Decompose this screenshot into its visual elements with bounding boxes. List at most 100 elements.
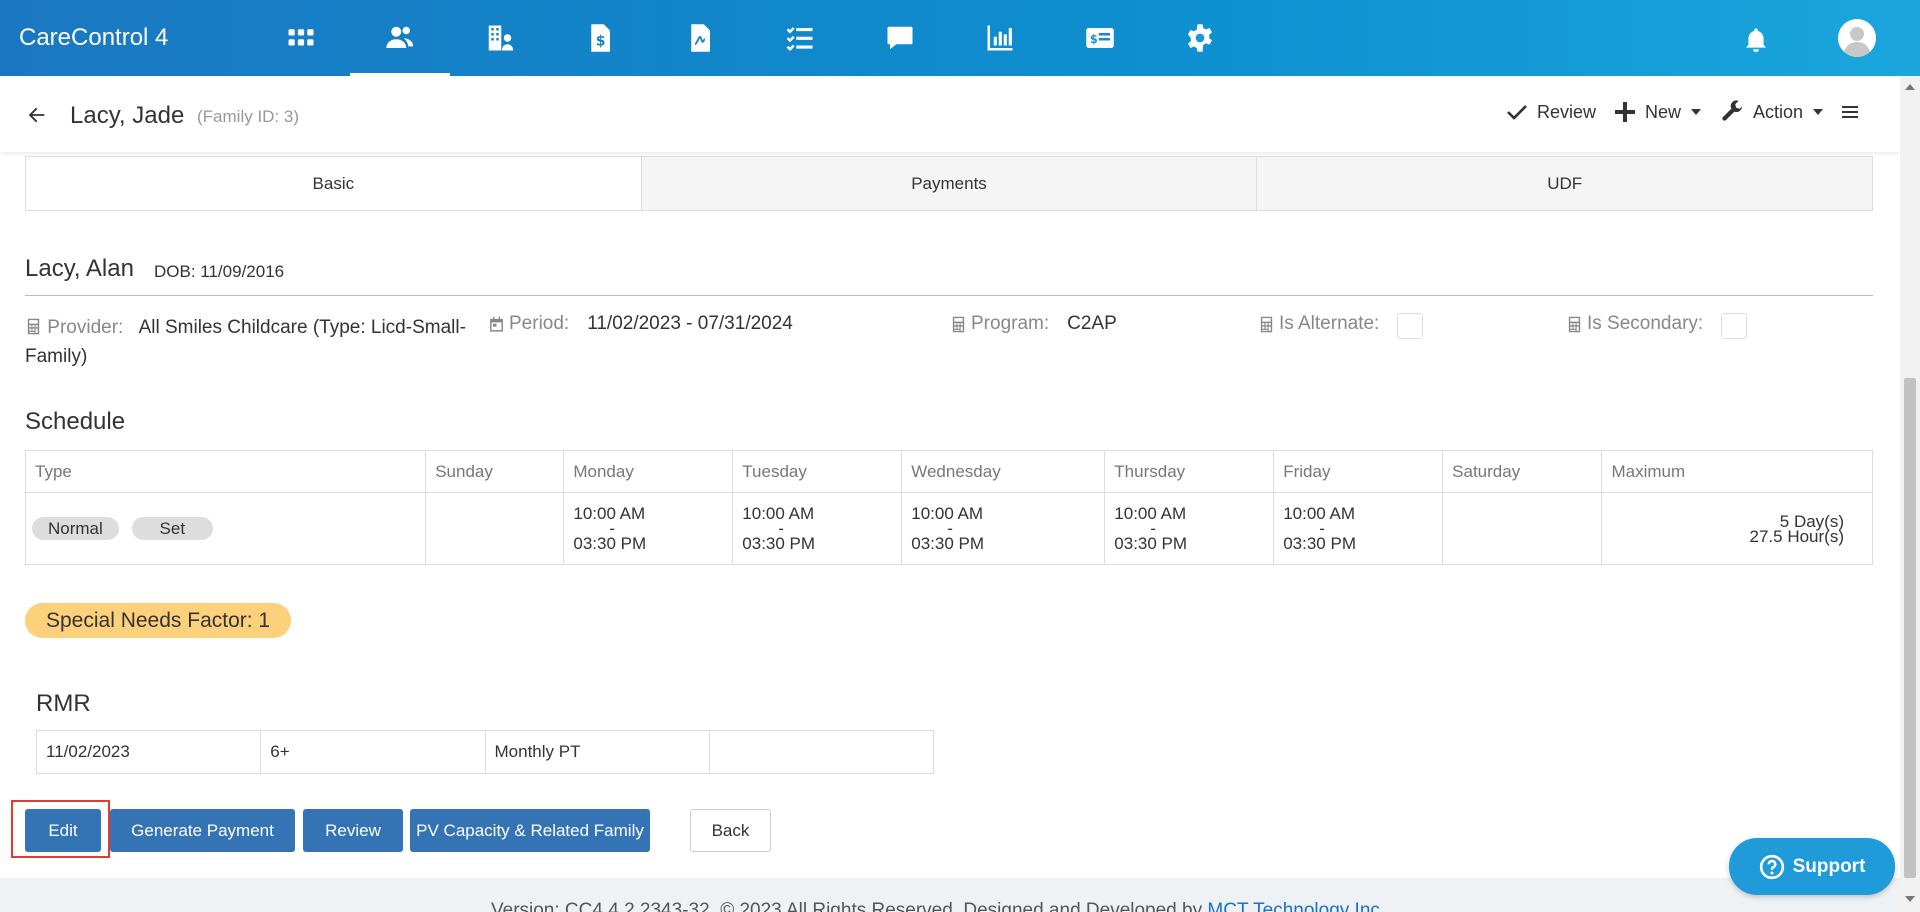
vertical-scrollbar[interactable] — [1900, 76, 1920, 912]
is-secondary-checkbox[interactable] — [1721, 313, 1748, 339]
end-time: 03:30 PM — [911, 534, 984, 553]
svg-text:$: $ — [596, 34, 606, 50]
scroll-down-icon[interactable] — [1905, 896, 1915, 902]
column-header: Tuesday — [732, 450, 903, 493]
review-header-button[interactable]: Review — [1505, 100, 1596, 124]
period-value: 11/02/2023 - 07/31/2024 — [587, 313, 793, 334]
action-dropdown-label: Action — [1753, 101, 1804, 122]
end-time: 03:30 PM — [742, 534, 816, 553]
scroll-up-icon[interactable] — [1905, 84, 1915, 90]
program-label: Program: — [971, 313, 1050, 334]
is-alternate-field: Is Alternate: — [1258, 313, 1424, 339]
tasks-icon[interactable] — [750, 0, 850, 76]
edit-button[interactable]: Edit — [25, 809, 101, 852]
back-button[interactable]: Back — [690, 809, 771, 852]
billing-icon[interactable]: $ — [1050, 0, 1150, 76]
divider — [25, 295, 1873, 296]
type-pill-set: Set — [131, 517, 214, 540]
rmr-table: 11/02/2023 6+ Monthly PT — [35, 730, 935, 774]
footer-text: Version: CC4.4.2.2343-32. © 2023 All Rig… — [491, 900, 1385, 912]
documents-icon[interactable] — [650, 0, 750, 76]
hamburger-menu-icon[interactable] — [1840, 103, 1862, 121]
child-name: Lacy, Alan — [25, 255, 134, 282]
back-arrow-icon[interactable] — [26, 104, 48, 126]
table-row: 11/02/2023 6+ Monthly PT — [35, 730, 935, 774]
is-alternate-label: Is Alternate: — [1279, 313, 1380, 334]
page-header: Lacy, Jade (Family ID: 3) Review New Act… — [0, 76, 1900, 152]
provider-label-wrap: Provider: — [25, 317, 129, 338]
calculator-icon — [27, 318, 40, 335]
invoice-icon[interactable]: $ — [550, 0, 650, 76]
scroll-thumb[interactable] — [1904, 378, 1916, 878]
provider-label: Provider: — [47, 317, 124, 338]
action-dropdown-button[interactable]: Action — [1721, 100, 1824, 124]
column-header: Type — [24, 450, 427, 493]
start-time: 10:00 AM — [1114, 504, 1187, 523]
help-circle-icon — [1759, 854, 1784, 879]
type-pill-normal: Normal — [32, 517, 119, 540]
column-header: Sunday — [425, 450, 565, 493]
schedule-title: Schedule — [25, 408, 126, 435]
column-header: Thursday — [1104, 450, 1275, 493]
end-time: 03:30 PM — [573, 534, 647, 553]
chevron-down-icon — [1813, 109, 1824, 115]
schedule-table: Type Sunday Monday Tuesday Wednesday Thu… — [24, 450, 1873, 565]
new-dropdown-button[interactable]: New — [1613, 100, 1702, 124]
saturday-cell — [1442, 492, 1603, 565]
footer-copyright: Version: CC4.4.2.2343-32. © 2023 All Rig… — [491, 900, 1208, 912]
pv-capacity-button[interactable]: PV Capacity & Related Family — [410, 809, 650, 852]
chevron-down-icon — [1691, 109, 1702, 115]
start-time: 10:00 AM — [1283, 504, 1356, 523]
apps-icon[interactable] — [251, 0, 351, 76]
start-time: 10:00 AM — [911, 504, 984, 523]
rmr-date: 11/02/2023 — [35, 730, 262, 774]
calculator-icon — [1568, 316, 1581, 332]
rmr-age: 6+ — [260, 730, 486, 774]
end-time: 03:30 PM — [1114, 534, 1188, 553]
friday-cell: 10:00 AM - 03:30 PM — [1273, 492, 1444, 565]
support-button[interactable]: Support — [1729, 838, 1895, 895]
rmr-empty — [708, 730, 935, 774]
max-hours: 27.5 Hour(s) — [1749, 526, 1844, 546]
calendar-icon — [490, 316, 503, 332]
calculator-icon — [1260, 316, 1273, 332]
app-title[interactable]: CareControl 4 — [19, 24, 168, 52]
is-alternate-checkbox[interactable] — [1397, 313, 1424, 339]
new-dropdown-label: New — [1645, 101, 1682, 122]
plus-icon — [1615, 102, 1635, 122]
footer-company-link[interactable]: MCT Technology Inc. — [1207, 900, 1385, 912]
tab-payments[interactable]: Payments — [640, 157, 1257, 210]
families-icon[interactable] — [350, 0, 450, 76]
column-header: Saturday — [1442, 450, 1603, 493]
end-time: 03:30 PM — [1283, 534, 1356, 553]
reports-icon[interactable] — [950, 0, 1050, 76]
calculator-icon — [952, 316, 965, 332]
wrench-icon — [1722, 100, 1742, 121]
svg-text:$: $ — [1090, 33, 1098, 46]
monday-cell: 10:00 AM - 03:30 PM — [563, 492, 734, 565]
type-cell: Normal Set — [24, 492, 427, 565]
table-row: Normal Set 10:00 AM - 03:30 PM 10:00 AM … — [24, 492, 1873, 565]
tab-basic[interactable]: Basic — [26, 157, 641, 210]
generate-payment-button[interactable]: Generate Payment — [110, 809, 295, 852]
providers-icon[interactable] — [450, 0, 550, 76]
settings-icon[interactable] — [1150, 0, 1250, 76]
bell-icon[interactable] — [1742, 26, 1770, 54]
column-header: Monday — [563, 450, 734, 493]
start-time: 10:00 AM — [573, 504, 646, 523]
review-header-label: Review — [1537, 101, 1597, 122]
provider-field: Provider: All Smiles Childcare (Type: Li… — [25, 313, 485, 371]
tab-bar: Basic Payments UDF — [25, 156, 1873, 211]
tab-udf[interactable]: UDF — [1256, 157, 1873, 210]
maximum-cell: 5 Day(s) 27.5 Hour(s) — [1601, 492, 1873, 565]
start-time: 10:00 AM — [742, 504, 815, 523]
review-button[interactable]: Review — [303, 809, 403, 852]
period-field: Period: 11/02/2023 - 07/31/2024 — [488, 313, 793, 335]
support-label: Support — [1792, 855, 1866, 877]
column-header: Wednesday — [901, 450, 1106, 493]
period-label: Period: — [509, 313, 570, 334]
rmr-rate-type: Monthly PT — [484, 730, 710, 774]
user-avatar[interactable] — [1838, 19, 1876, 57]
program-value: C2AP — [1067, 313, 1117, 334]
messages-icon[interactable] — [850, 0, 950, 76]
